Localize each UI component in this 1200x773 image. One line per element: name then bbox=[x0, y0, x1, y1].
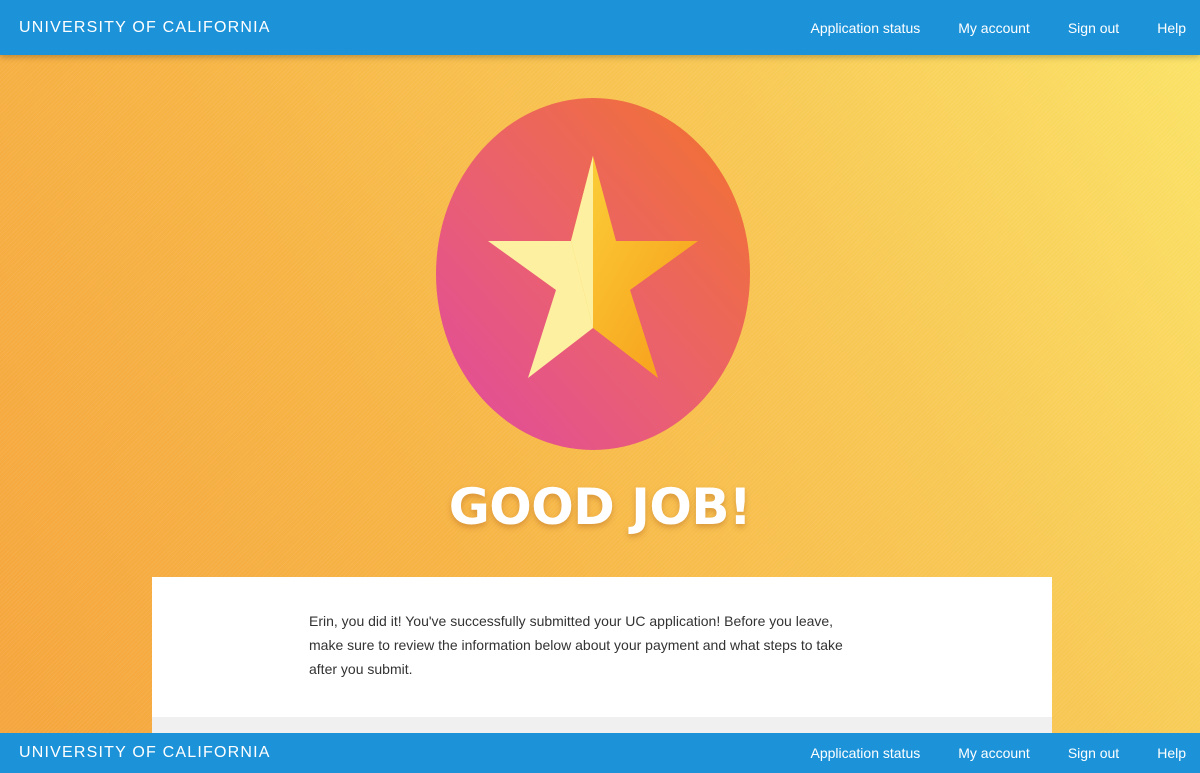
card-divider bbox=[152, 717, 1052, 733]
confirmation-message: Erin, you did it! You've successfully su… bbox=[309, 613, 843, 677]
headline: GOOD JOB! bbox=[448, 478, 752, 536]
nav-application-status-link[interactable]: Application status bbox=[811, 20, 921, 36]
footer-application-status-link[interactable]: Application status bbox=[811, 745, 921, 761]
page: UNIVERSITY OF CALIFORNIA Application sta… bbox=[0, 0, 1200, 773]
nav-sign-out-link[interactable]: Sign out bbox=[1068, 20, 1119, 36]
footer-my-account-link[interactable]: My account bbox=[958, 745, 1030, 761]
nav-my-account-link[interactable]: My account bbox=[958, 20, 1030, 36]
top-nav-links: Application status My account Sign out H… bbox=[811, 20, 1187, 36]
top-nav-bar: UNIVERSITY OF CALIFORNIA Application sta… bbox=[0, 0, 1200, 55]
brand-logo-text[interactable]: UNIVERSITY OF CALIFORNIA bbox=[19, 19, 271, 37]
footer-sign-out-link[interactable]: Sign out bbox=[1068, 745, 1119, 761]
bottom-nav-bar: UNIVERSITY OF CALIFORNIA Application sta… bbox=[0, 733, 1200, 773]
footer-help-link[interactable]: Help bbox=[1157, 745, 1186, 761]
nav-help-link[interactable]: Help bbox=[1157, 20, 1186, 36]
bottom-nav-links: Application status My account Sign out H… bbox=[811, 745, 1187, 761]
star-badge-icon bbox=[436, 98, 750, 450]
footer-brand-logo-text[interactable]: UNIVERSITY OF CALIFORNIA bbox=[19, 744, 271, 762]
confirmation-card: Erin, you did it! You've successfully su… bbox=[152, 577, 1052, 733]
